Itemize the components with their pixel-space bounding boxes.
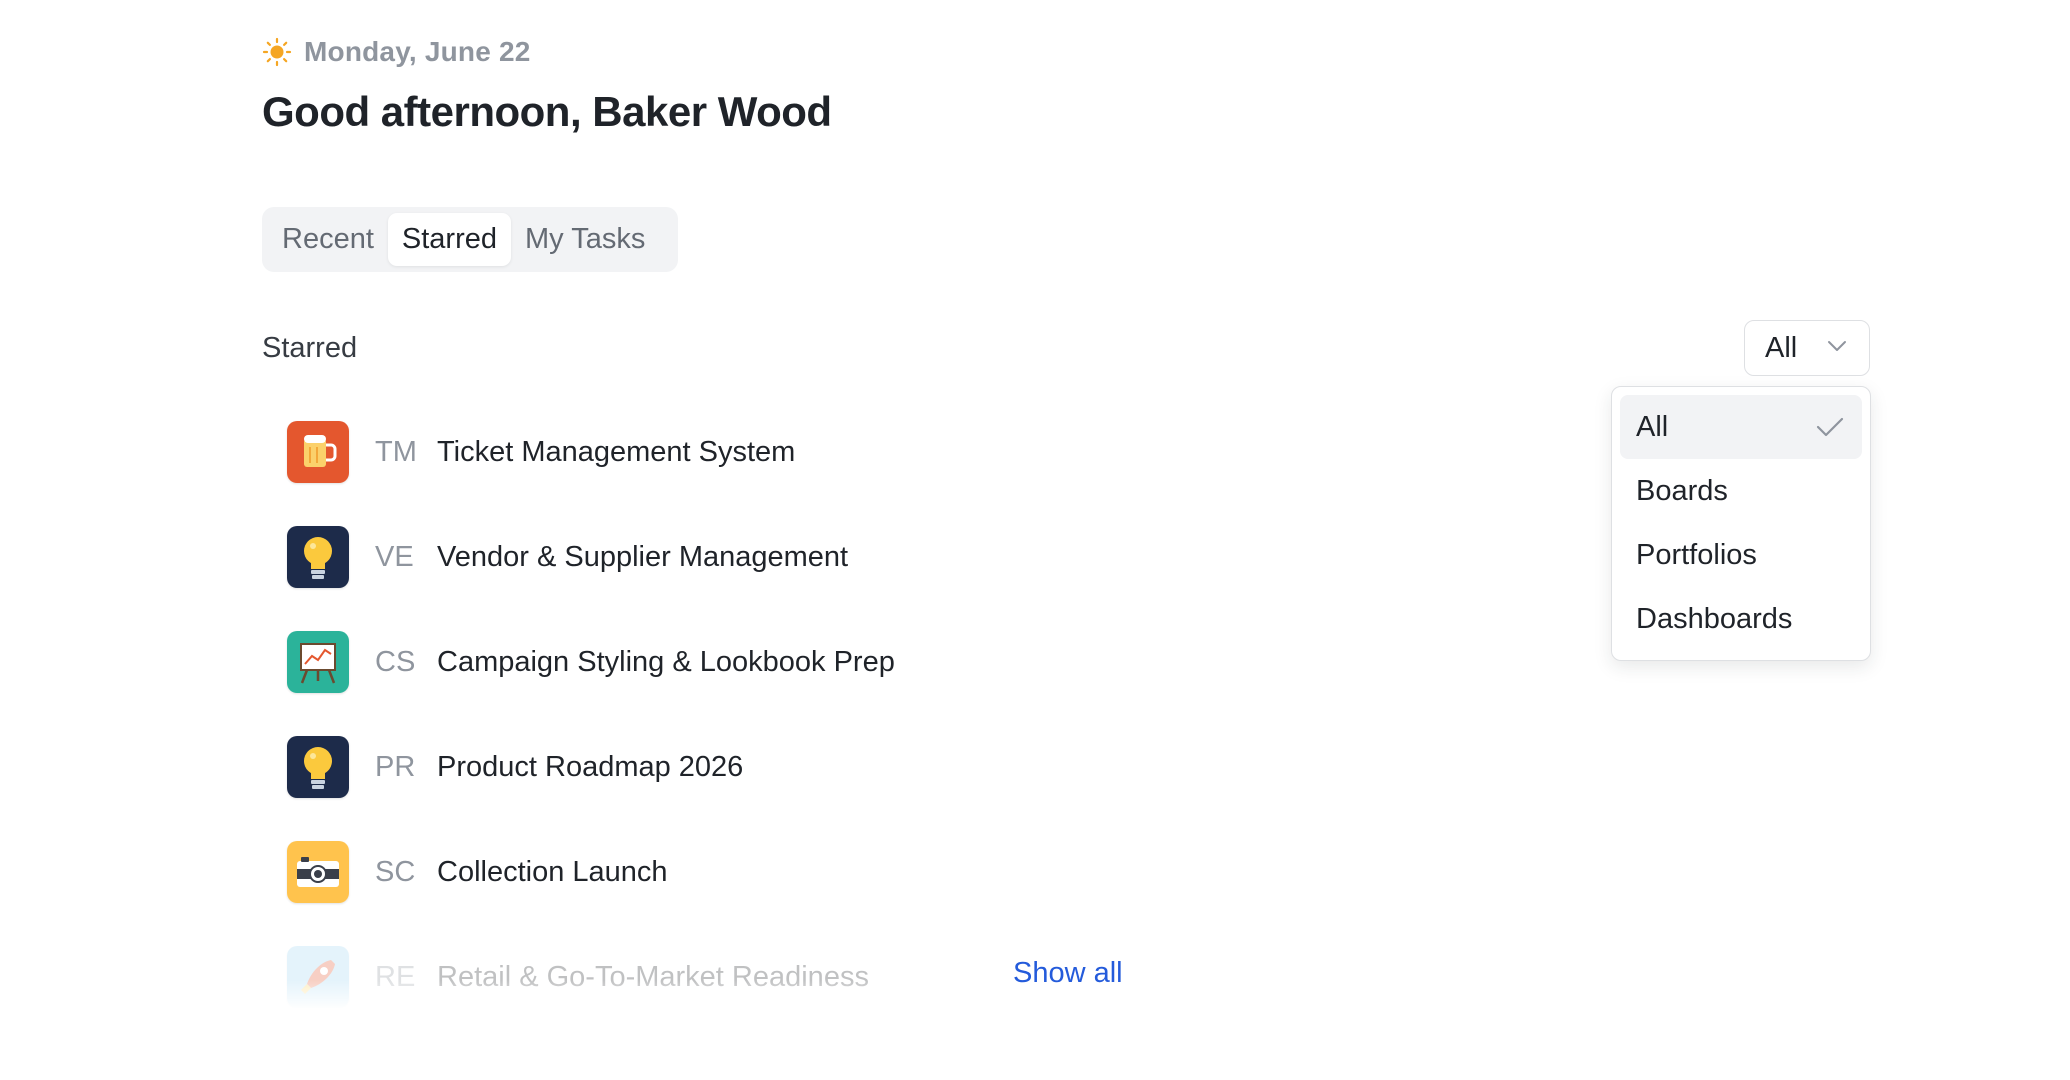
show-all-link[interactable]: Show all <box>1013 957 1123 990</box>
home-tabs: Recent Starred My Tasks <box>262 207 678 272</box>
tab-my-tasks[interactable]: My Tasks <box>511 213 659 266</box>
item-name: Product Roadmap 2026 <box>437 750 744 783</box>
check-icon <box>1816 417 1844 437</box>
lightbulb-icon <box>287 526 349 588</box>
list-item[interactable]: PR Product Roadmap 2026 <box>287 735 1187 799</box>
filter-option-label: Dashboards <box>1636 602 1793 635</box>
tab-starred[interactable]: Starred <box>387 213 511 266</box>
date-row: Monday, June 22 <box>262 36 531 68</box>
filter-option-dashboards[interactable]: Dashboards <box>1620 587 1862 651</box>
item-abbr: VE <box>375 540 414 573</box>
chevron-down-icon <box>1828 341 1846 351</box>
type-filter-menu: All Boards Portfolios Dashboards <box>1611 386 1871 661</box>
lightbulb-icon <box>287 736 349 798</box>
filter-option-portfolios[interactable]: Portfolios <box>1620 523 1862 587</box>
current-date: Monday, June 22 <box>304 36 531 67</box>
greeting-title: Good afternoon, Baker Wood <box>262 88 832 135</box>
tab-recent[interactable]: Recent <box>268 213 388 266</box>
item-abbr: SC <box>375 855 416 888</box>
camera-icon <box>287 841 349 903</box>
easel-chart-icon <box>287 631 349 693</box>
item-abbr: TM <box>375 435 417 468</box>
item-name: Ticket Management System <box>437 435 796 468</box>
item-abbr: PR <box>375 750 416 783</box>
filter-option-boards[interactable]: Boards <box>1620 459 1862 523</box>
sun-icon <box>262 37 292 67</box>
item-name: Campaign Styling & Lookbook Prep <box>437 645 895 678</box>
beer-mug-icon <box>287 421 349 483</box>
type-filter-select[interactable]: All <box>1744 320 1870 376</box>
item-name: Vendor & Supplier Management <box>437 540 849 573</box>
list-item[interactable]: CS Campaign Styling & Lookbook Prep <box>287 630 1187 694</box>
filter-option-all[interactable]: All <box>1620 395 1862 459</box>
filter-option-label: All <box>1636 410 1669 443</box>
filter-option-label: Portfolios <box>1636 538 1757 571</box>
item-abbr: CS <box>375 645 416 678</box>
starred-list: TM Ticket Management System VE Vendor & … <box>287 420 1187 1008</box>
list-item[interactable]: SC Collection Launch <box>287 840 1187 904</box>
section-title: Starred <box>262 332 358 364</box>
item-name: Collection Launch <box>437 855 668 888</box>
filter-option-label: Boards <box>1636 474 1728 507</box>
list-item[interactable]: VE Vendor & Supplier Management <box>287 525 1187 589</box>
type-filter-value: All <box>1765 331 1798 364</box>
list-item[interactable]: TM Ticket Management System <box>287 420 1187 484</box>
